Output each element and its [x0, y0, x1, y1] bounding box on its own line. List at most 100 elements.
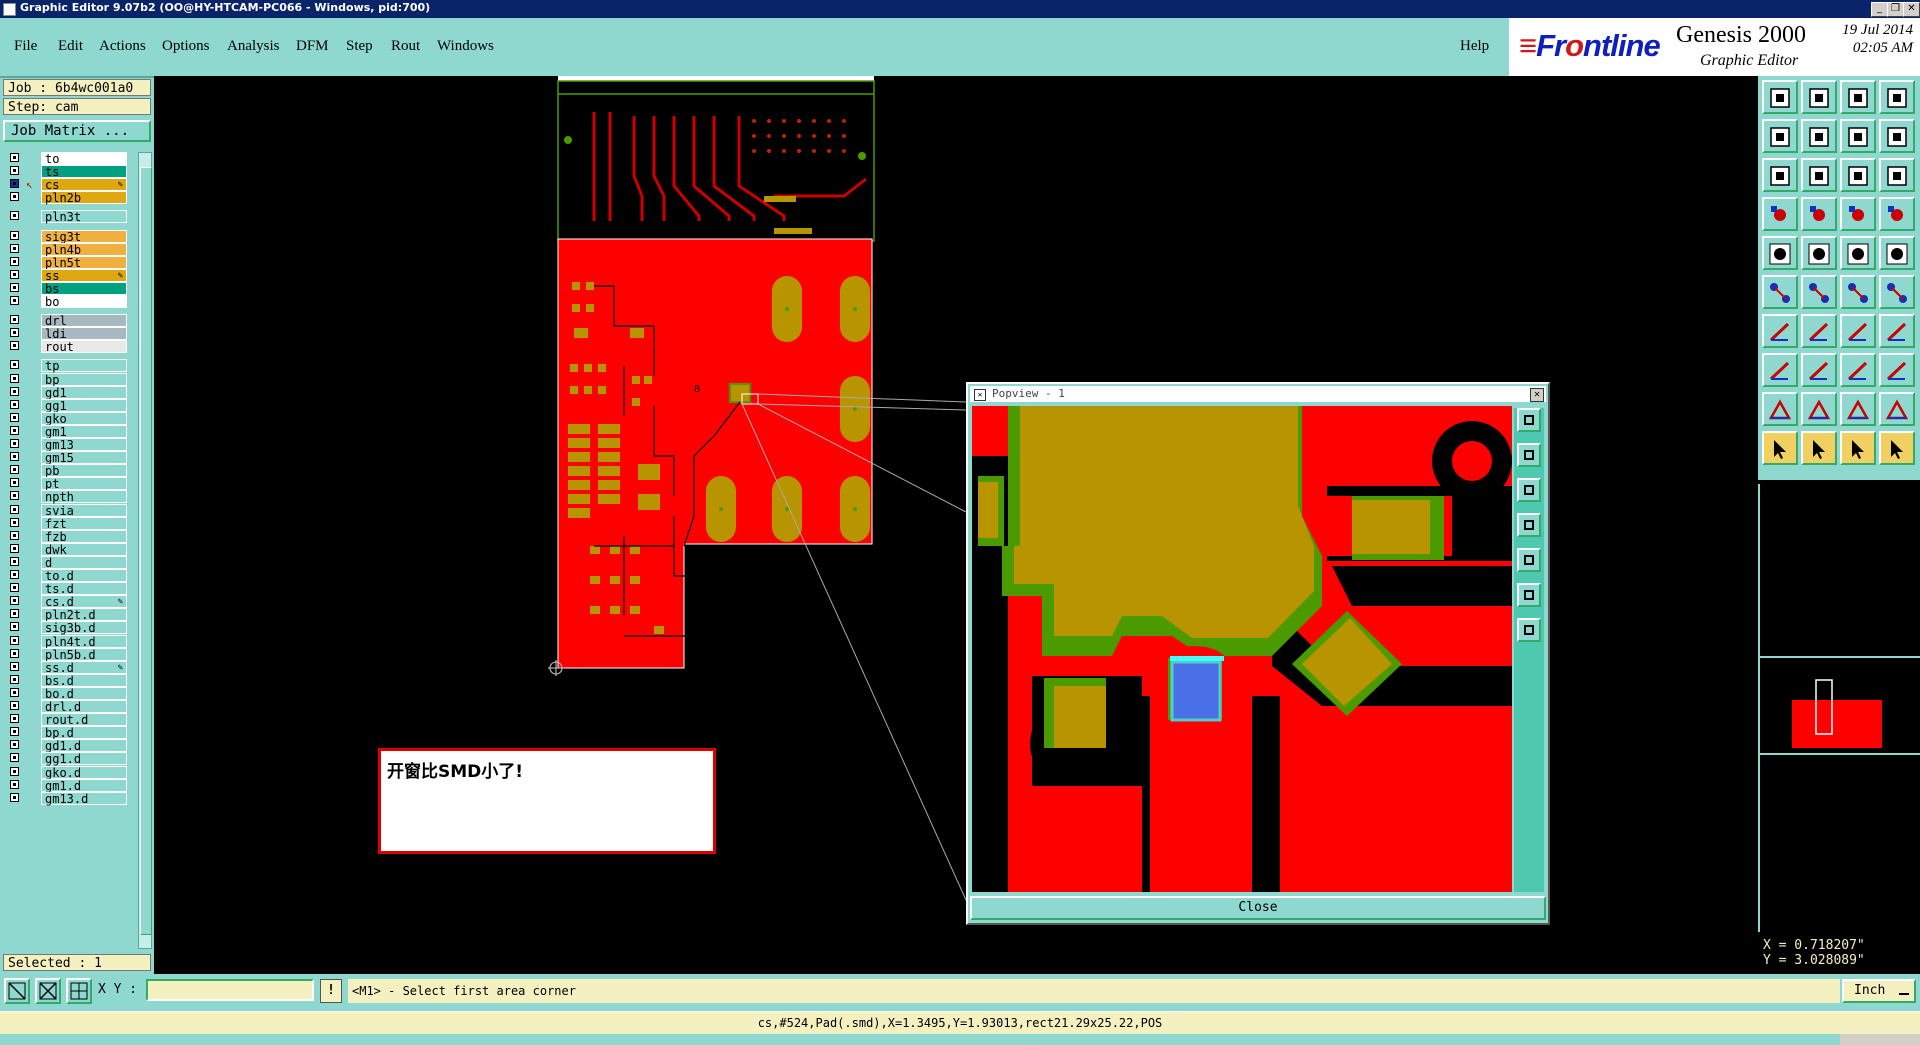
layer-name[interactable]: gm13 [41, 438, 127, 452]
layer-name[interactable]: drl [41, 314, 127, 328]
layer-name[interactable]: gko.d [41, 765, 127, 779]
zoom-in-icon[interactable] [1762, 119, 1798, 153]
layer-name[interactable]: gko [41, 411, 127, 425]
layer-checkbox[interactable] [10, 425, 19, 435]
menu-dfm[interactable]: DFM [296, 38, 329, 55]
layer-checkbox[interactable] [10, 583, 19, 593]
scrollbar-thumb[interactable] [140, 167, 152, 935]
layer-checkbox[interactable] [10, 504, 19, 514]
layer-row-bo-d[interactable]: bo.d [4, 686, 127, 700]
info-icon[interactable]: ! [320, 979, 342, 1003]
layer-name[interactable]: ss.d ✎ [41, 660, 127, 674]
fit-profile-icon[interactable] [1801, 158, 1837, 192]
layer-name[interactable]: cs.d ✎ [41, 595, 127, 609]
popview-close-icon[interactable]: ✕ [1530, 388, 1544, 402]
layer-checkbox[interactable] [10, 360, 19, 370]
layer-name[interactable]: gg1 [41, 398, 127, 412]
layer-name[interactable]: gm1 [41, 424, 127, 438]
layer-row-dwk[interactable]: dwk [4, 542, 127, 556]
layer-row-fzb[interactable]: fzb [4, 529, 127, 543]
layer-name[interactable]: fzb [41, 529, 127, 543]
overview-map[interactable] [1760, 484, 1920, 932]
bell-icon[interactable] [1879, 392, 1915, 426]
close-window-button[interactable]: ✕ [1903, 2, 1920, 17]
popview-tool-1[interactable] [1517, 408, 1541, 432]
layer-name[interactable]: npth [41, 490, 127, 504]
save-icon[interactable] [1801, 80, 1837, 114]
layer-checkbox[interactable] [10, 192, 19, 202]
polygon-icon[interactable] [1840, 392, 1876, 426]
layer-row-sig3t[interactable]: sig3t [4, 229, 127, 243]
rotate-icon[interactable] [1840, 314, 1876, 348]
layer-row-rout[interactable]: rout [4, 340, 127, 354]
layer-name[interactable]: sig3t [41, 229, 127, 243]
layer-row-gm13[interactable]: gm13 [4, 438, 127, 452]
layer-name[interactable]: bo [41, 295, 127, 309]
snap-icon[interactable] [4, 978, 30, 1004]
layer-row-pln5b-d[interactable]: pln5b.d [4, 647, 127, 661]
blue-pad-icon[interactable] [1879, 353, 1915, 387]
layer-name[interactable]: bs [41, 281, 127, 295]
layer-row-gg1[interactable]: gg1 [4, 398, 127, 412]
layer-checkbox[interactable] [10, 296, 19, 305]
popview-zoomed-view[interactable] [972, 406, 1512, 892]
line-dark-icon[interactable] [1801, 236, 1837, 270]
slope-line-icon[interactable] [1762, 314, 1798, 348]
layer-row-ts-d[interactable]: ts.d [4, 582, 127, 596]
layer-checkbox[interactable] [10, 373, 19, 383]
layer-checkbox[interactable] [10, 230, 19, 240]
layer-checkbox[interactable] [10, 556, 19, 566]
layer-row-gm15[interactable]: gm15 [4, 451, 127, 465]
layer-checkbox[interactable] [10, 661, 19, 671]
popview-tool-4[interactable] [1517, 513, 1541, 537]
layer-row-gm13-d[interactable]: gm13.d [4, 791, 127, 805]
layer-name[interactable]: gm1.d [41, 778, 127, 792]
layer-name[interactable]: fzt [41, 516, 127, 530]
draw-line-icon[interactable] [1801, 314, 1837, 348]
layer-checkbox[interactable] [10, 491, 19, 501]
layer-checkbox[interactable] [10, 766, 19, 776]
popview-window[interactable]: Popview - 1 ✕ ✕ Close [966, 382, 1550, 925]
layer-row-ss[interactable]: ss ✎ [4, 268, 127, 282]
layer-row-pln4t-d[interactable]: pln4t.d [4, 634, 127, 648]
layer-name[interactable]: dwk [41, 542, 127, 556]
layer-checkbox[interactable] [10, 153, 19, 162]
layer-checkbox[interactable] [10, 243, 19, 253]
layer-name[interactable]: cs ✎ [41, 178, 127, 192]
cross-icon[interactable] [1801, 275, 1837, 309]
layer-checkbox[interactable] [10, 166, 19, 176]
layer-row-bs-d[interactable]: bs.d [4, 673, 127, 687]
layer-checkbox[interactable] [10, 211, 19, 221]
layer-checkbox[interactable] [10, 543, 19, 553]
menu-step[interactable]: Step [346, 38, 373, 55]
layer-name[interactable]: d [41, 555, 127, 569]
snap-icon[interactable] [1762, 197, 1798, 231]
layer-name[interactable]: gm15 [41, 451, 127, 465]
layer-row-pt[interactable]: pt [4, 477, 127, 491]
layer-row-pln4b[interactable]: pln4b [4, 242, 127, 256]
layer-row-svia[interactable]: svia [4, 503, 127, 517]
window-icon[interactable] [1879, 80, 1915, 114]
help-icon[interactable] [1879, 158, 1915, 192]
layer-row-ts[interactable]: ts [4, 165, 127, 179]
layer-row-bs[interactable]: bs [4, 281, 127, 295]
layer-name[interactable]: drl.d [41, 700, 127, 714]
layer-name[interactable]: pln5t [41, 255, 127, 269]
layer-name[interactable]: sig3b.d [41, 621, 127, 635]
layer-checkbox[interactable] [10, 674, 19, 684]
layer-checkbox[interactable] [10, 269, 19, 279]
pointer-icon[interactable] [1762, 431, 1798, 465]
layer-name[interactable]: tp [41, 359, 127, 373]
layer-row-pln3t[interactable]: pln3t [4, 210, 127, 224]
layer-name[interactable]: bo.d [41, 686, 127, 700]
layer-row-gko-d[interactable]: gko.d [4, 765, 127, 779]
layer-checkbox[interactable] [10, 648, 19, 658]
layer-checkbox[interactable] [10, 701, 19, 710]
pointer-move-icon[interactable] [1840, 431, 1876, 465]
pad-add-icon[interactable] [1762, 236, 1798, 270]
layer-name[interactable]: bs.d [41, 673, 127, 687]
layer-name[interactable]: bp [41, 372, 127, 386]
circle-dark-icon[interactable] [1879, 236, 1915, 270]
layer-row-to-d[interactable]: to.d [4, 569, 127, 583]
menu-options[interactable]: Options [162, 38, 210, 55]
